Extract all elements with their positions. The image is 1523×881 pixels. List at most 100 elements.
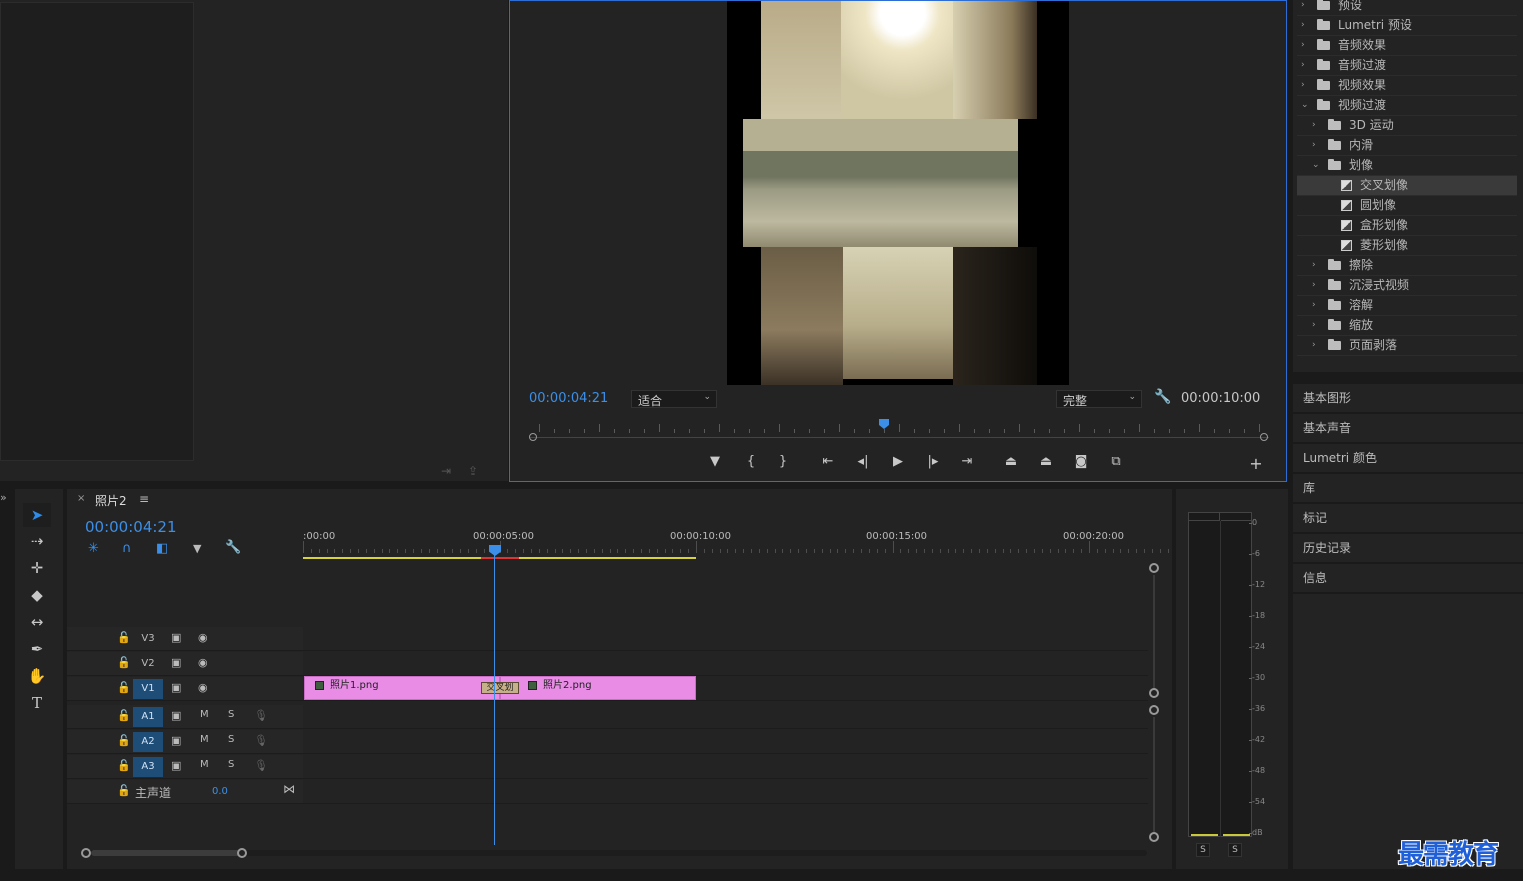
- eye-icon[interactable]: ◉: [198, 656, 208, 669]
- eye-icon[interactable]: ◉: [198, 631, 208, 644]
- pen-tool-icon[interactable]: ✒: [23, 637, 51, 661]
- lift-icon[interactable]: ⏏: [1000, 454, 1022, 469]
- track-target-v2[interactable]: V2: [133, 654, 163, 674]
- go-to-in-icon[interactable]: ⇤: [817, 454, 839, 469]
- track-target-a2[interactable]: A2: [133, 732, 163, 752]
- effects-folder[interactable]: › 擦除: [1297, 256, 1517, 276]
- track-target-a1[interactable]: A1: [133, 707, 163, 727]
- effects-folder[interactable]: › Lumetri 预设: [1297, 16, 1517, 36]
- chevron-right-icon[interactable]: ›: [1312, 256, 1316, 275]
- expand-panel-icon[interactable]: »: [0, 491, 7, 504]
- extract-icon[interactable]: ⏏: [1035, 454, 1057, 469]
- effects-folder[interactable]: › 视频效果: [1297, 76, 1517, 96]
- quality-dropdown[interactable]: 完整 ⌄: [1056, 390, 1142, 408]
- side-panel-tab[interactable]: 基本图形: [1293, 384, 1523, 413]
- lane-a2[interactable]: [303, 730, 1148, 754]
- step-back-icon[interactable]: ◂|: [852, 454, 874, 469]
- sync-lock-icon[interactable]: ▣: [171, 734, 181, 747]
- lock-icon[interactable]: 🔓: [117, 631, 131, 644]
- side-panel-tab[interactable]: 信息: [1293, 564, 1523, 593]
- chevron-right-icon[interactable]: ›: [1312, 276, 1316, 295]
- vertical-scroll-handle[interactable]: [1149, 705, 1159, 715]
- step-forward-icon[interactable]: |▸: [922, 454, 944, 469]
- effect-item[interactable]: 交叉划像: [1297, 176, 1517, 196]
- microphone-icon[interactable]: 🎙: [254, 759, 268, 772]
- vertical-scrollbar-video[interactable]: [1153, 575, 1155, 689]
- lane-v2[interactable]: [303, 652, 1148, 676]
- lock-icon[interactable]: 🔓: [117, 784, 131, 797]
- effects-folder[interactable]: › 溶解: [1297, 296, 1517, 316]
- chevron-right-icon[interactable]: ›: [1301, 0, 1305, 15]
- mark-in-icon[interactable]: {: [740, 454, 762, 469]
- solo-right-button[interactable]: S: [1228, 843, 1242, 857]
- track-select-tool-icon[interactable]: ⇢: [23, 529, 51, 553]
- eye-icon[interactable]: ◉: [198, 681, 208, 694]
- solo-left-button[interactable]: S: [1196, 843, 1210, 857]
- microphone-icon[interactable]: 🎙: [254, 709, 268, 722]
- side-panel-tab[interactable]: Lumetri 颜色: [1293, 444, 1523, 473]
- horizontal-scroll-handle[interactable]: [81, 848, 91, 858]
- lane-master[interactable]: [303, 780, 1148, 804]
- compare-view-icon[interactable]: ⧉: [1105, 454, 1127, 469]
- clip-2[interactable]: 照片2.png: [500, 676, 696, 700]
- wrench-icon[interactable]: 🔧: [1154, 389, 1171, 405]
- lock-icon[interactable]: 🔓: [117, 734, 131, 747]
- effects-folder[interactable]: ⌄ 视频过渡: [1297, 96, 1517, 116]
- selection-tool-icon[interactable]: ➤: [23, 503, 51, 527]
- track-target-v3[interactable]: V3: [133, 629, 163, 649]
- effects-folder[interactable]: › 缩放: [1297, 316, 1517, 336]
- mute-button[interactable]: M: [200, 759, 209, 770]
- mark-out-icon[interactable]: }: [772, 454, 794, 469]
- track-target-v1[interactable]: V1: [133, 679, 163, 699]
- slip-tool-icon[interactable]: ↔: [23, 610, 51, 634]
- export-frame-icon[interactable]: ⇪: [468, 464, 478, 478]
- clip-1[interactable]: 照片1.png: [304, 676, 500, 700]
- track-target-a3[interactable]: A3: [133, 757, 163, 777]
- lock-icon[interactable]: 🔓: [117, 656, 131, 669]
- insert-icon[interactable]: ⇥: [441, 464, 451, 478]
- program-timecode[interactable]: 00:00:04:21: [529, 391, 608, 406]
- mute-button[interactable]: M: [200, 709, 209, 720]
- effects-folder[interactable]: › 沉浸式视频: [1297, 276, 1517, 296]
- hand-tool-icon[interactable]: ✋: [23, 664, 51, 688]
- effects-folder[interactable]: › 3D 运动: [1297, 116, 1517, 136]
- go-to-out-icon[interactable]: ⇥: [956, 454, 978, 469]
- transition-cross-iris[interactable]: 交叉划: [481, 682, 519, 694]
- ripple-edit-tool-icon[interactable]: ✛: [23, 556, 51, 580]
- chevron-right-icon[interactable]: ›: [1312, 316, 1316, 335]
- vertical-scroll-handle[interactable]: [1149, 688, 1159, 698]
- vertical-scrollbar-audio[interactable]: [1153, 717, 1155, 832]
- side-panel-tab[interactable]: 标记: [1293, 504, 1523, 533]
- effect-item[interactable]: 菱形划像: [1297, 236, 1517, 256]
- side-panel-tab[interactable]: 基本声音: [1293, 414, 1523, 443]
- lane-a3[interactable]: [303, 755, 1148, 779]
- lane-v3[interactable]: [303, 627, 1148, 651]
- side-panel-tab[interactable]: 历史记录: [1293, 534, 1523, 563]
- program-playhead-marker[interactable]: [879, 419, 889, 429]
- type-tool-icon[interactable]: T: [23, 691, 51, 715]
- fit-dropdown[interactable]: 适合 ⌄: [631, 390, 717, 408]
- add-marker-icon[interactable]: ▼: [704, 454, 726, 469]
- solo-button[interactable]: S: [228, 709, 234, 720]
- razor-tool-icon[interactable]: ◆: [23, 583, 51, 607]
- sync-lock-icon[interactable]: ▣: [171, 656, 181, 669]
- side-panel-tab[interactable]: 库: [1293, 474, 1523, 503]
- chevron-right-icon[interactable]: ›: [1301, 16, 1305, 35]
- horizontal-scroll-thumb[interactable]: [91, 850, 241, 856]
- sync-lock-icon[interactable]: ▣: [171, 681, 181, 694]
- sync-lock-icon[interactable]: ▣: [171, 631, 181, 644]
- track-area[interactable]: 照片1.png 照片2.png 交叉划: [303, 489, 1148, 849]
- lock-icon[interactable]: 🔓: [117, 681, 131, 694]
- play-icon[interactable]: ▶: [887, 454, 909, 469]
- solo-button[interactable]: S: [228, 759, 234, 770]
- playhead-line[interactable]: [494, 553, 495, 845]
- chevron-right-icon[interactable]: ›: [1312, 136, 1316, 155]
- chevron-right-icon[interactable]: ›: [1301, 36, 1305, 55]
- effects-folder[interactable]: › 音频过渡: [1297, 56, 1517, 76]
- chevron-right-icon[interactable]: ›: [1301, 56, 1305, 75]
- effects-folder[interactable]: › 预设: [1297, 0, 1517, 16]
- go-to-end-icon[interactable]: ⋈: [283, 782, 295, 796]
- chevron-right-icon[interactable]: ›: [1301, 76, 1305, 95]
- microphone-icon[interactable]: 🎙: [254, 734, 268, 747]
- effects-folder[interactable]: ⌄ 划像: [1297, 156, 1517, 176]
